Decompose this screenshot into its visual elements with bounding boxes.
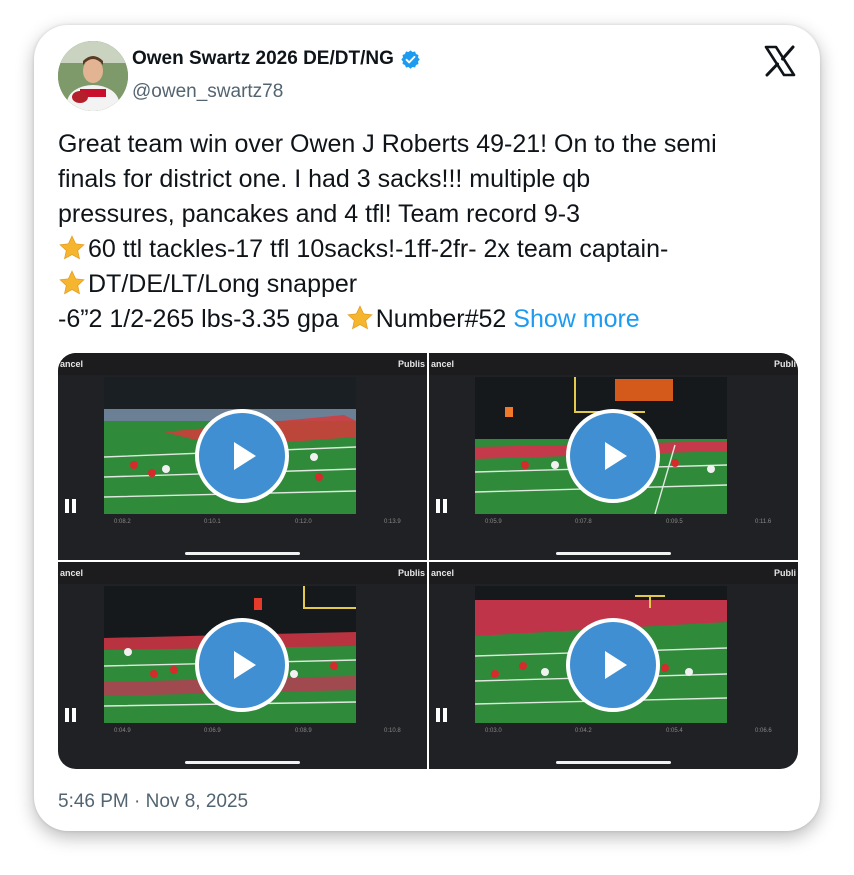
timeline-tick: 0:06.6 [755,728,772,734]
timeline-tick: 0:08.2 [114,519,131,525]
x-logo-icon[interactable] [764,45,796,77]
video-thumbnail-4[interactable]: ancel Publi 0:03.0 0:04.2 0:05.4 0:06.6 [429,562,798,769]
video-thumbnail-1[interactable]: ancel Publis 0:08.2 0:10.1 0:12.0 0:13.9 [58,353,427,560]
timeline-tick: 0:10.1 [204,519,221,525]
timeline-tick: 0:07.8 [575,519,592,525]
positions-text: DT/DE/LT/Long snapper [88,270,358,298]
tweet-line: pressures, pancakes and 4 tfl! Team reco… [58,200,581,228]
timeline-tick: 0:08.9 [295,728,312,734]
timeline[interactable]: 0:03.0 0:04.2 0:05.4 0:06.6 [445,728,778,740]
star-emoji-icon [59,270,85,295]
publish-label: Publi [774,568,796,578]
video-thumbnail-2[interactable]: ancel Publi 0:05.9 0:07.8 0:09.5 0:11.6 [429,353,798,560]
stats-text: 60 ttl tackles-17 tfl 10sacks!-1ff-2fr- … [88,235,669,263]
home-indicator [556,552,671,555]
pause-icon[interactable] [435,708,449,722]
timeline[interactable]: 0:08.2 0:10.1 0:12.0 0:13.9 [74,519,407,531]
timeline-tick: 0:13.9 [384,519,401,525]
publish-label: Publi [774,359,796,369]
play-button[interactable] [566,409,660,503]
play-icon [234,442,256,470]
timeline-tick: 0:11.6 [755,519,772,525]
tweet-line: Great team win over Owen J Roberts 49-21… [58,130,717,158]
cancel-label: ancel [60,359,84,369]
pause-icon[interactable] [435,499,449,513]
editor-toolbar: ancel Publis [58,562,427,584]
play-button[interactable] [195,409,289,503]
cancel-label: ancel [431,359,455,369]
timeline-tick: 0:06.9 [204,728,221,734]
measurables-text: -6”2 1/2-265 lbs-3.35 gpa [58,305,346,333]
timeline-tick: 0:05.4 [666,728,683,734]
play-button[interactable] [195,618,289,712]
tweet-text: Great team win over Owen J Roberts 49-21… [58,127,808,337]
timeline-tick: 0:05.9 [485,519,502,525]
tweet-line: finals for district one. I had 3 sacks!!… [58,165,591,193]
number-text: Number#52 [375,305,514,333]
show-more-link[interactable]: Show more [513,305,639,333]
publish-label: Publis [397,568,425,578]
cancel-label: ancel [431,568,455,578]
avatar[interactable] [58,41,128,111]
tweet-line-6: -6”2 1/2-265 lbs-3.35 gpa Number#52 Show… [58,302,808,337]
author-name[interactable]: Owen Swartz 2026 DE/DT/NG [132,48,394,70]
play-button[interactable] [566,618,660,712]
timeline-tick: 0:12.0 [295,519,312,525]
timeline-tick: 0:04.2 [575,728,592,734]
post-timestamp[interactable]: 5:46 PM · Nov 8, 2025 [58,791,248,813]
home-indicator [556,761,671,764]
play-icon [605,442,627,470]
tweet-card: Owen Swartz 2026 DE/DT/NG @owen_swartz78… [34,25,820,831]
author-handle[interactable]: @owen_swartz78 [132,81,283,103]
timeline-tick: 0:04.9 [114,728,131,734]
pause-icon[interactable] [64,499,78,513]
timeline-tick: 0:09.5 [666,519,683,525]
media-grid: ancel Publis 0:08.2 0:10.1 0:12.0 0:13.9… [58,353,798,769]
pause-icon[interactable] [64,708,78,722]
editor-toolbar: ancel Publi [429,353,798,375]
timeline[interactable]: 0:04.9 0:06.9 0:08.9 0:10.8 [74,728,407,740]
video-thumbnail-3[interactable]: ancel Publis 0:04.9 0:06.9 0:08.9 0:10.8 [58,562,427,769]
tweet-line-4: 60 ttl tackles-17 tfl 10sacks!-1ff-2fr- … [58,232,808,267]
home-indicator [185,761,300,764]
editor-toolbar: ancel Publi [429,562,798,584]
star-emoji-icon [59,235,85,260]
editor-toolbar: ancel Publis [58,353,427,375]
home-indicator [185,552,300,555]
play-icon [605,651,627,679]
play-icon [234,651,256,679]
publish-label: Publis [397,359,425,369]
tweet-line-5: DT/DE/LT/Long snapper [58,267,808,302]
timeline-tick: 0:03.0 [485,728,502,734]
cancel-label: ancel [60,568,84,578]
star-emoji-icon [346,305,373,330]
timeline-tick: 0:10.8 [384,728,401,734]
author-row: Owen Swartz 2026 DE/DT/NG [132,48,421,70]
timeline[interactable]: 0:05.9 0:07.8 0:09.5 0:11.6 [445,519,778,531]
verified-badge-icon [401,49,420,69]
